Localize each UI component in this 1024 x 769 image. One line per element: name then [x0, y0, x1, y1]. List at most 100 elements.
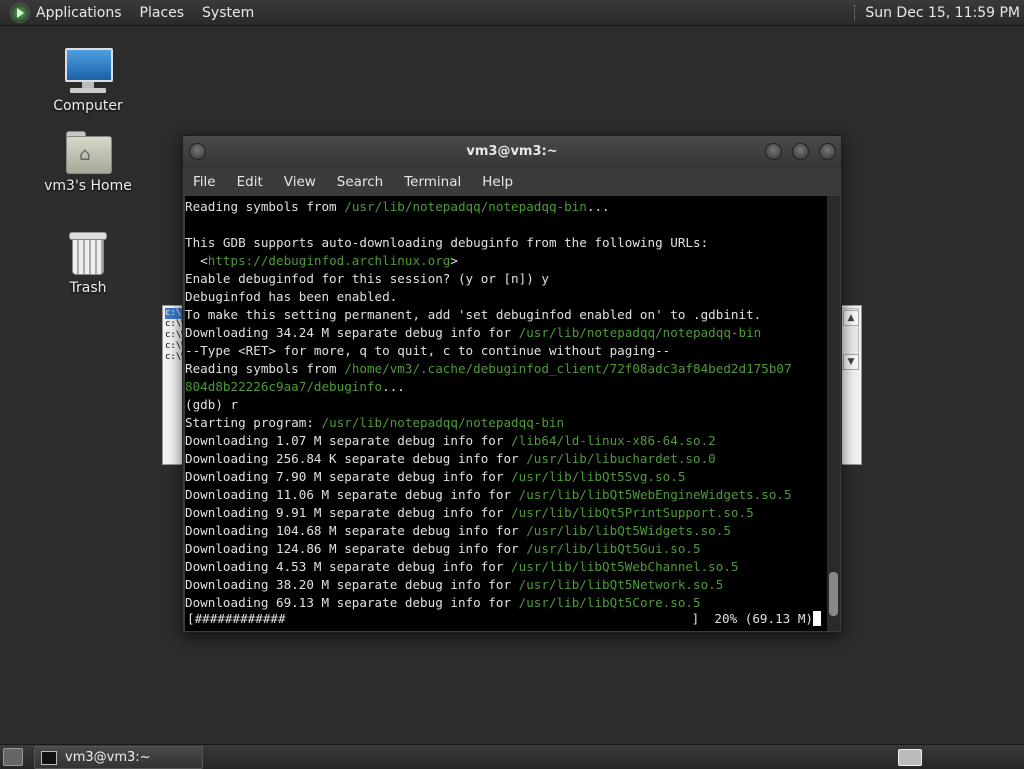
terminal-text: Downloading 9.91 M separate debug info f…	[185, 505, 512, 520]
terminal-path: /usr/lib/notepadqq/notepadqq-bin	[321, 415, 565, 430]
panel-separator	[854, 4, 857, 21]
terminal-path: https://debuginfod.archlinux.org	[207, 253, 451, 268]
terminal-text: Downloading 1.07 M separate debug info f…	[185, 433, 512, 448]
terminal-line: This GDB supports auto-downloading debug…	[185, 234, 827, 252]
terminal-line: Downloading 69.13 M separate debug info …	[185, 594, 827, 612]
menu-system[interactable]: System	[202, 5, 254, 21]
terminal-text: --Type <RET> for more, q to quit, c to c…	[185, 343, 671, 358]
terminal-text: Downloading 7.90 M separate debug info f…	[185, 469, 512, 484]
terminal-scrollbar[interactable]	[827, 196, 840, 631]
terminal-line: Downloading 124.86 M separate debug info…	[185, 540, 827, 558]
terminal-path: /usr/lib/libQt5PrintSupport.so.5	[511, 505, 754, 520]
terminal-path: /usr/lib/libQt5Network.so.5	[518, 577, 724, 592]
terminal-line: 804d8b22226c9aa7/debuginfo...	[185, 378, 827, 396]
menu-logo-icon[interactable]	[10, 2, 30, 23]
maximize-icon[interactable]	[792, 143, 809, 160]
terminal-text: Reading symbols from	[185, 199, 345, 214]
terminal-line: Downloading 7.90 M separate debug info f…	[185, 468, 827, 486]
clock[interactable]: Sun Dec 15, 11:59 PM	[865, 5, 1020, 21]
menu-view[interactable]: View	[284, 174, 316, 190]
scrollbar-thumb[interactable]	[829, 572, 838, 616]
scroll-down-icon[interactable]: ▼	[843, 354, 859, 370]
terminal-path: /usr/lib/notepadqq/notepadqq-bin	[344, 199, 587, 214]
terminal-text: Reading symbols from	[185, 361, 345, 376]
terminal-text: Downloading 4.53 M separate debug info f…	[185, 559, 512, 574]
terminal-text: Downloading 38.20 M separate debug info …	[185, 577, 519, 592]
terminal-line: Enable debuginfod for this session? (y o…	[185, 270, 827, 288]
terminal-lines: Reading symbols from /usr/lib/notepadqq/…	[185, 196, 827, 612]
close-icon[interactable]	[819, 143, 836, 160]
terminal-path: /lib64/ld-linux-x86-64.so.2	[511, 433, 716, 448]
clock-area: Sun Dec 15, 11:59 PM	[854, 0, 1024, 25]
terminal-text: Debuginfod has been enabled.	[185, 289, 398, 304]
terminal-text: >	[450, 253, 458, 268]
terminal-text: <	[185, 253, 208, 268]
show-desktop-icon[interactable]	[3, 748, 23, 766]
terminal-line: Debuginfod has been enabled.	[185, 288, 827, 306]
terminal-line: Downloading 11.06 M separate debug info …	[185, 486, 827, 504]
terminal-window[interactable]: vm3@vm3:~ File Edit View Search Terminal…	[182, 135, 842, 633]
desktop-icon-home[interactable]: ⌂ vm3's Home	[33, 130, 143, 194]
terminal-path: /usr/lib/libQt5Gui.so.5	[526, 541, 701, 556]
terminal-path: 804d8b22226c9aa7/debuginfo	[185, 379, 383, 394]
home-folder-icon: ⌂	[64, 130, 112, 174]
terminal-text: Downloading 256.84 K separate debug info…	[185, 451, 527, 466]
menu-places[interactable]: Places	[140, 5, 185, 21]
terminal-text: ...	[586, 199, 610, 214]
desktop-icon-trash[interactable]: Trash	[33, 230, 143, 296]
desktop-icon-label: Computer	[53, 98, 123, 114]
menu-file[interactable]: File	[193, 174, 216, 190]
terminal-text: ...	[382, 379, 405, 394]
taskbar-button-label: vm3@vm3:~	[65, 750, 151, 765]
terminal-path: /usr/lib/libuchardet.so.0	[526, 451, 716, 466]
menu-search[interactable]: Search	[337, 174, 383, 190]
terminal-text: To make this setting permanent, add 'set…	[185, 307, 762, 322]
terminal-line: Downloading 9.91 M separate debug info f…	[185, 504, 827, 522]
terminal-line: To make this setting permanent, add 'set…	[185, 306, 827, 324]
terminal-line: Downloading 104.68 M separate debug info…	[185, 522, 827, 540]
terminal-path: /usr/lib/libQt5Svg.so.5	[511, 469, 686, 484]
terminal-output[interactable]: Reading symbols from /usr/lib/notepadqq/…	[185, 196, 827, 631]
terminal-menu-bar: File Edit View Search Terminal Help	[183, 168, 841, 196]
bottom-panel: vm3@vm3:~	[0, 744, 1024, 769]
menu-help[interactable]: Help	[482, 174, 513, 190]
desktop-icon-computer[interactable]: Computer	[33, 46, 143, 114]
window-title: vm3@vm3:~	[466, 144, 558, 159]
terminal-path: /usr/lib/notepadqq/notepadqq-bin	[518, 325, 762, 340]
scroll-up-icon[interactable]: ▲	[843, 310, 859, 326]
terminal-path: /usr/lib/libQt5Core.so.5	[518, 595, 701, 610]
terminal-line: Starting program: /usr/lib/notepadqq/not…	[185, 414, 827, 432]
terminal-icon	[41, 750, 57, 765]
terminal-line: --Type <RET> for more, q to quit, c to c…	[185, 342, 827, 360]
terminal-line: Downloading 38.20 M separate debug info …	[185, 576, 827, 594]
taskbar-button-terminal[interactable]: vm3@vm3:~	[34, 746, 203, 769]
background-window-scrollbar[interactable]: ▲ ▼	[841, 308, 859, 370]
terminal-line: Downloading 4.53 M separate debug info f…	[185, 558, 827, 576]
terminal-line: Reading symbols from /usr/lib/notepadqq/…	[185, 198, 827, 216]
terminal-line: Downloading 34.24 M separate debug info …	[185, 324, 827, 342]
menu-terminal[interactable]: Terminal	[404, 174, 461, 190]
terminal-path: /usr/lib/libQt5WebChannel.so.5	[511, 559, 739, 574]
terminal-text: Starting program:	[185, 415, 322, 430]
terminal-cursor	[813, 611, 821, 626]
terminal-line: Downloading 256.84 K separate debug info…	[185, 450, 827, 468]
terminal-path: /usr/lib/libQt5Widgets.so.5	[526, 523, 731, 538]
menu-applications[interactable]: Applications	[36, 5, 122, 21]
trash-icon	[68, 230, 108, 276]
terminal-text: Downloading 104.68 M separate debug info…	[185, 523, 527, 538]
terminal-path: /usr/lib/libQt5WebEngineWidgets.so.5	[518, 487, 792, 502]
computer-icon	[64, 46, 113, 94]
terminal-text: Enable debuginfod for this session? (y o…	[185, 271, 549, 286]
workspace-switcher-icon[interactable]	[898, 749, 922, 766]
menu-edit[interactable]: Edit	[237, 174, 263, 190]
terminal-line: Reading symbols from /home/vm3/.cache/de…	[185, 360, 827, 378]
desktop-icon-label: Trash	[69, 280, 107, 296]
title-bar[interactable]: vm3@vm3:~	[183, 136, 841, 168]
terminal-text: Downloading 34.24 M separate debug info …	[185, 325, 519, 340]
terminal-text: Downloading 69.13 M separate debug info …	[185, 595, 519, 610]
progress-bar-text: [############	[187, 611, 286, 626]
minimize-icon[interactable]	[765, 143, 782, 160]
terminal-text: (gdb) r	[185, 397, 239, 412]
terminal-text: This GDB supports auto-downloading debug…	[185, 235, 709, 250]
